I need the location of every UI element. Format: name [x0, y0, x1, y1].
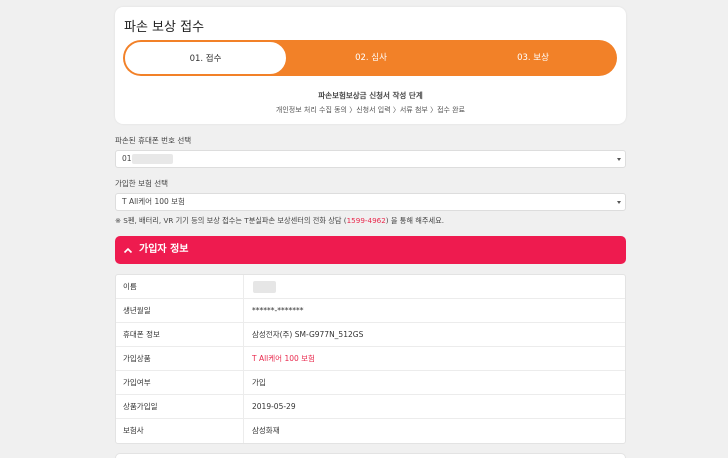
- claim-steps-card: 파손 보상 접수 02. 심사 03. 보상 01. 접수 파손보험보상금 신청…: [115, 7, 626, 124]
- chevron-up-icon: [123, 242, 133, 258]
- process-description: 개인정보 처리 수집 동의 〉신청서 입력 〉서류 첨부 〉접수 완료: [275, 106, 466, 114]
- step-compensation: 03. 보상: [517, 53, 549, 63]
- progress-steps: 02. 심사 03. 보상 01. 접수: [123, 40, 617, 76]
- row-value: T All케어 100 보험: [252, 354, 315, 363]
- subscriber-info-toggle[interactable]: 가입자 정보: [115, 236, 626, 264]
- table-row: 보험사 삼성화재: [116, 419, 625, 443]
- masked-name: [253, 281, 276, 293]
- section-title: 가입자 정보: [139, 244, 189, 255]
- table-row: 상품가입일 2019-05-29: [116, 395, 625, 419]
- row-label: 가입상품: [123, 354, 151, 363]
- row-label: 이름: [123, 282, 137, 291]
- row-label: 휴대폰 정보: [123, 330, 160, 339]
- notice-phone: 1599-4962: [346, 216, 386, 225]
- table-row: 생년월일 ******-*******: [116, 299, 625, 323]
- row-label: 가입여부: [123, 378, 151, 387]
- chevron-down-icon: [617, 158, 621, 161]
- phone-number-select[interactable]: 01: [115, 150, 626, 168]
- phone-select-label: 파손된 휴대폰 번호 선택: [115, 136, 192, 145]
- table-row: 가입여부 가입: [116, 371, 625, 395]
- page-title: 파손 보상 접수: [124, 20, 205, 35]
- notice-text: ※ S펜, 배터리, VR 기기 등의 보상 접수는 T분실파손 보상센터의 전…: [115, 216, 444, 226]
- table-row: 이름: [116, 275, 625, 299]
- row-label: 상품가입일: [123, 402, 158, 411]
- row-value: ******-*******: [252, 306, 304, 315]
- row-label: 생년월일: [123, 306, 151, 315]
- notice-suffix: ) 을 통해 해주세요.: [385, 216, 445, 225]
- step-subtitle: 파손보험보상금 신청서 작성 단계: [318, 91, 423, 100]
- masked-phone-number: [132, 154, 173, 164]
- table-row: 가입상품 T All케어 100 보험: [116, 347, 625, 371]
- row-value: 삼성화재: [252, 426, 280, 435]
- chevron-down-icon: [617, 201, 621, 204]
- insurance-select-label: 가입한 보험 선택: [115, 179, 169, 188]
- step-receipt-active: 01. 접수: [124, 41, 287, 75]
- table-row: 휴대폰 정보 삼성전자(주) SM-G977N_512GS: [116, 323, 625, 347]
- step-review: 02. 심사: [355, 53, 387, 63]
- insurance-select[interactable]: T All케어 100 보험: [115, 193, 626, 211]
- phone-select-value: 01: [122, 154, 132, 163]
- next-section-card: [115, 453, 626, 458]
- row-value: 2019-05-29: [252, 402, 296, 411]
- insurance-select-value: T All케어 100 보험: [122, 197, 185, 206]
- notice-prefix: ※ S펜, 배터리, VR 기기 등의 보상 접수는 T분실파손 보상센터의 전…: [115, 216, 347, 225]
- row-value: 가입: [252, 378, 266, 387]
- row-value: 삼성전자(주) SM-G977N_512GS: [252, 330, 364, 339]
- row-label: 보험사: [123, 426, 144, 435]
- subscriber-info-table: 이름 생년월일 ******-******* 휴대폰 정보 삼성전자(주) SM…: [115, 274, 626, 444]
